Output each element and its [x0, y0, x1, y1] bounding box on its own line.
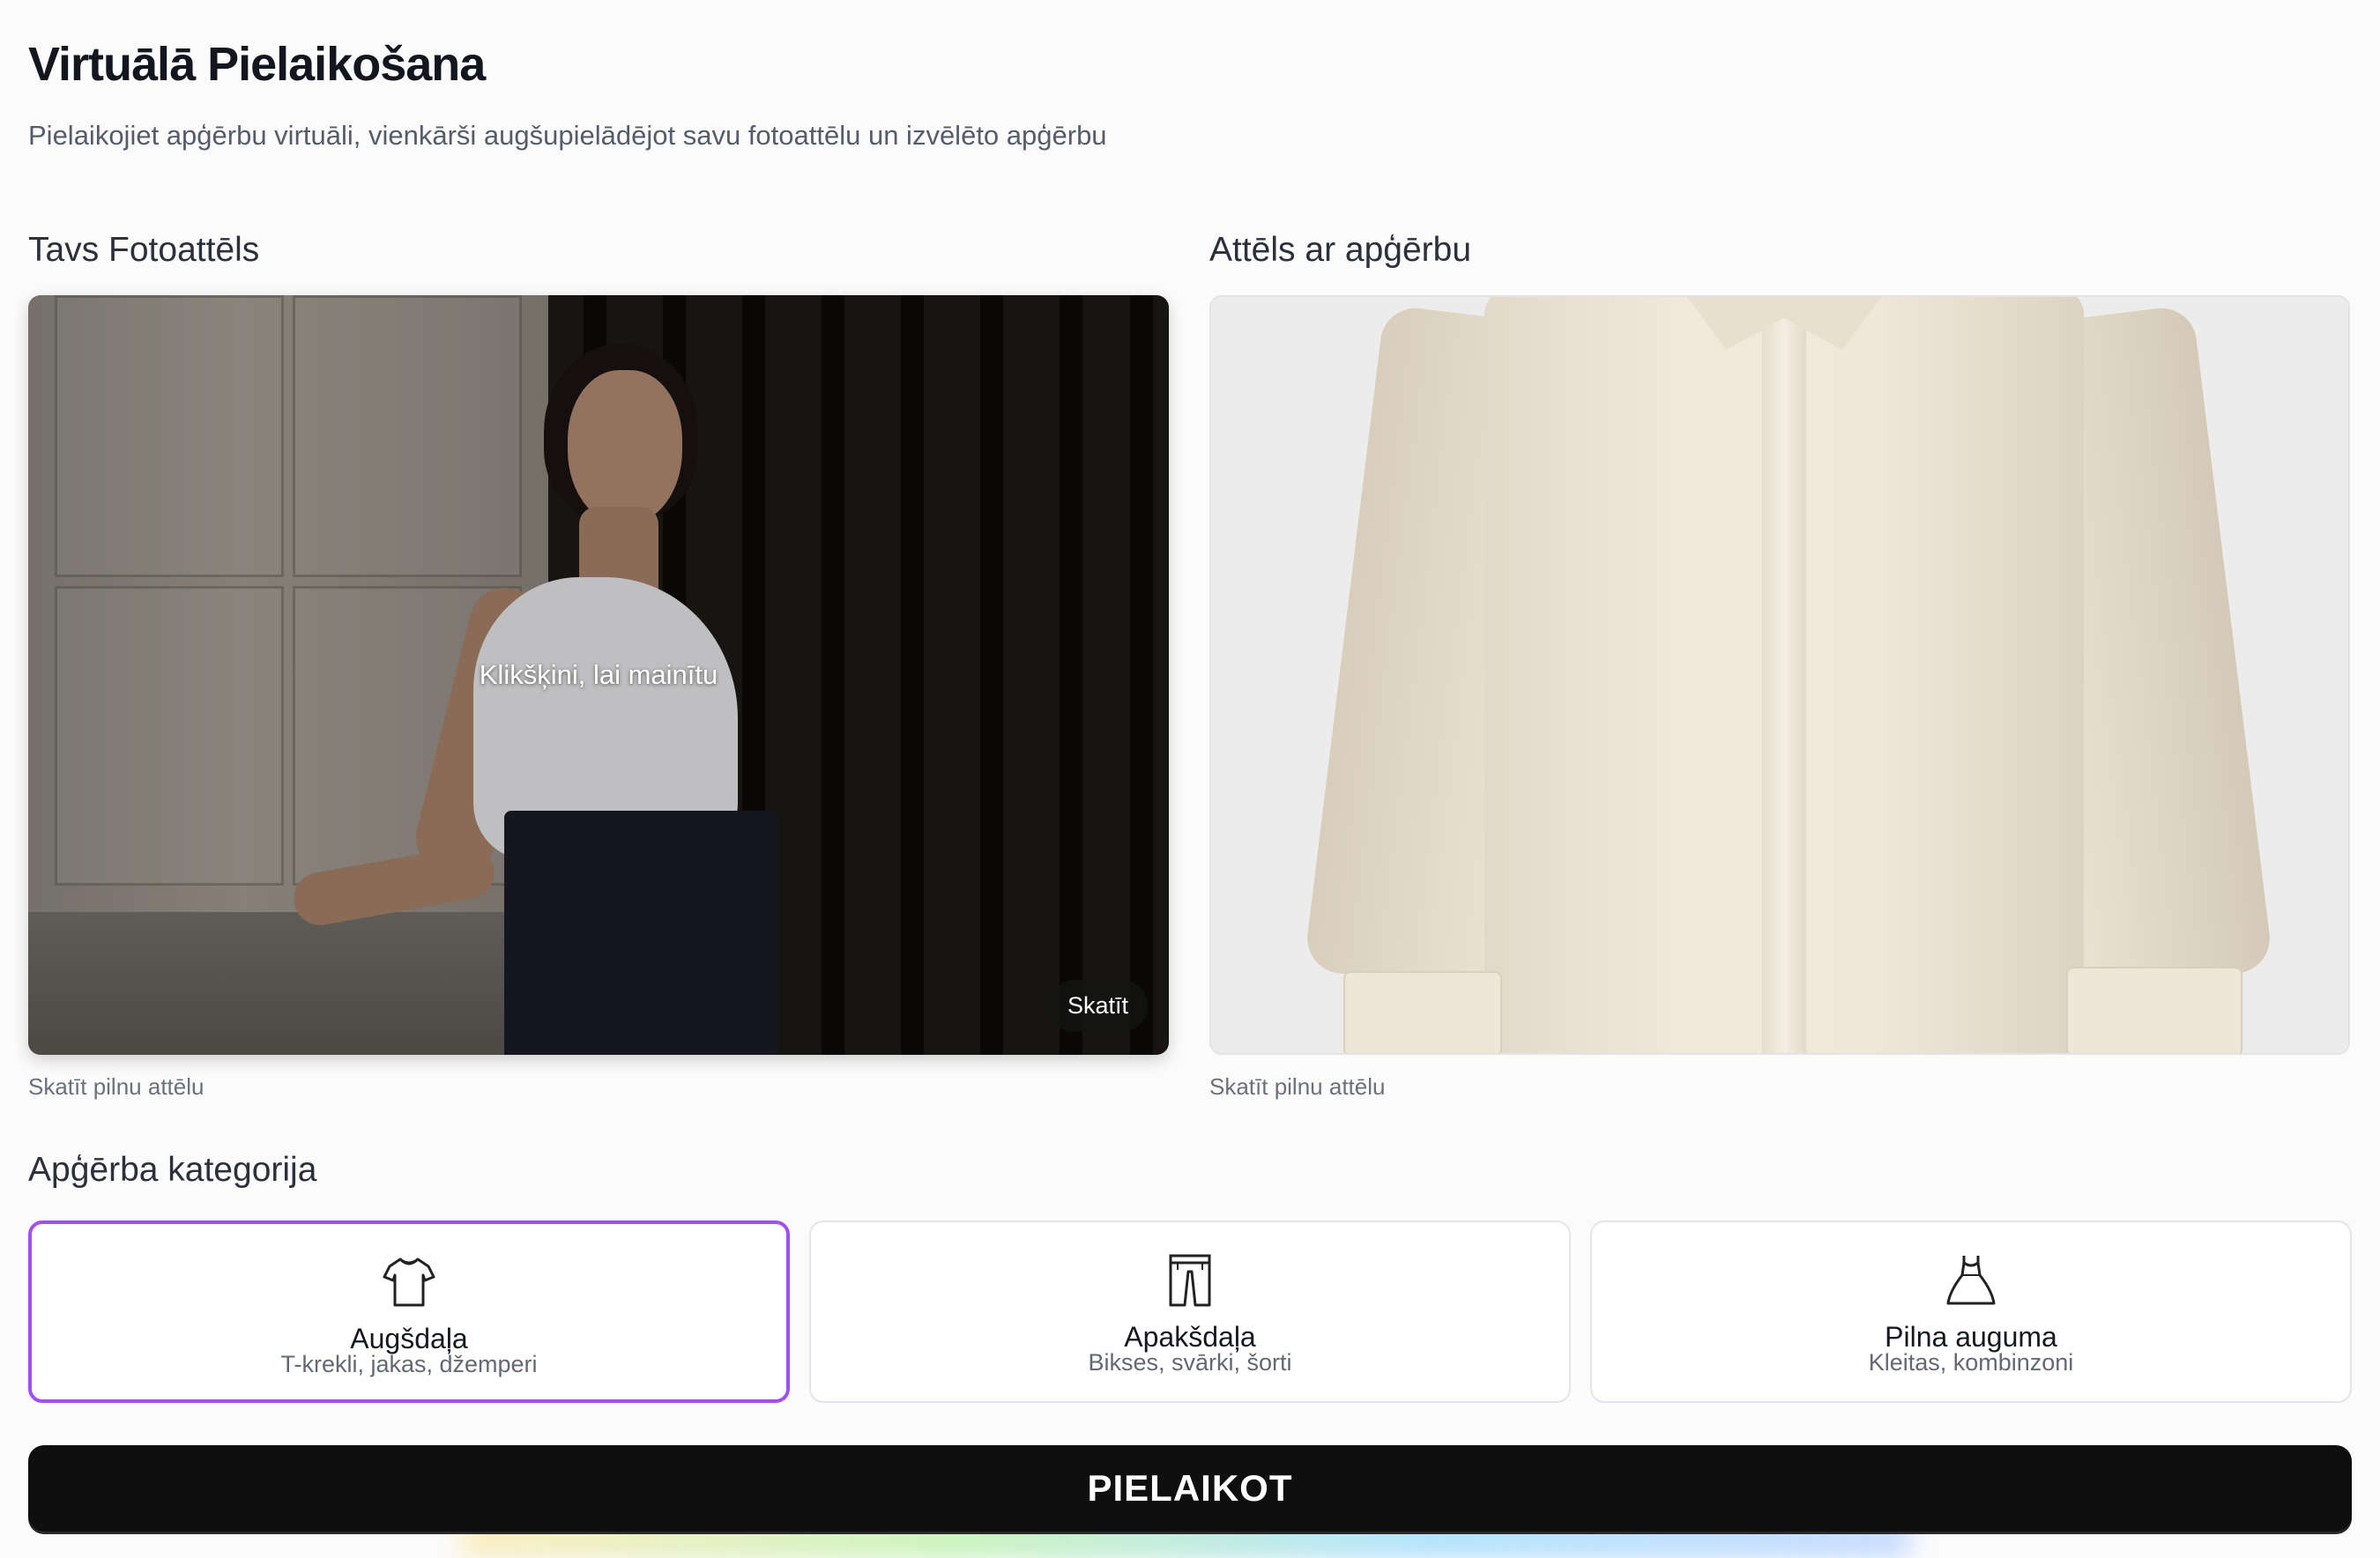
view-full-photo-link[interactable]: Skatīt pilnu attēlu: [28, 1073, 204, 1101]
page-title: Virtuālā Pielaikošana: [28, 38, 486, 91]
dress-icon: [1946, 1256, 1996, 1305]
view-full-garment-link[interactable]: Skatīt pilnu attēlu: [1209, 1073, 1385, 1101]
virtual-try-on-page: Virtuālā Pielaikošana Pielaikojiet apģēr…: [0, 0, 2380, 1558]
category-desc: Bikses, svārki, šorti: [1088, 1349, 1292, 1376]
category-option-top[interactable]: Augšdaļa T-krekli, jakas, džemperi: [28, 1220, 790, 1403]
page-subtitle: Pielaikojiet apģērbu virtuāli, vienkārši…: [28, 120, 1107, 151]
category-desc: Kleitas, kombinzoni: [1868, 1349, 2074, 1376]
garment-section-label: Attēls ar apģērbu: [1209, 231, 1472, 269]
user-photo-upload[interactable]: Klikšķini, lai mainītu Skatīt: [28, 295, 1169, 1055]
change-photo-hint: Klikšķini, lai mainītu: [479, 659, 718, 690]
garment-photo-image: [1211, 297, 2348, 1053]
category-section-label: Apģērba kategorija: [28, 1151, 317, 1189]
try-on-button[interactable]: PIELAIKOT: [28, 1445, 2352, 1532]
photo-section-label: Tavs Fotoattēls: [28, 231, 260, 269]
category-options: Augšdaļa T-krekli, jakas, džemperi Apakš…: [28, 1220, 2352, 1403]
category-option-bottom[interactable]: Apakšdaļa Bikses, svārki, šorti: [809, 1220, 1571, 1403]
category-desc: T-krekli, jakas, džemperi: [280, 1351, 538, 1377]
pants-icon: [1169, 1254, 1211, 1307]
garment-photo-upload[interactable]: [1209, 295, 2350, 1055]
tshirt-icon: [383, 1258, 435, 1307]
view-photo-button[interactable]: Skatīt: [1047, 980, 1148, 1032]
category-option-full-body[interactable]: Pilna auguma Kleitas, kombinzoni: [1590, 1220, 2352, 1403]
